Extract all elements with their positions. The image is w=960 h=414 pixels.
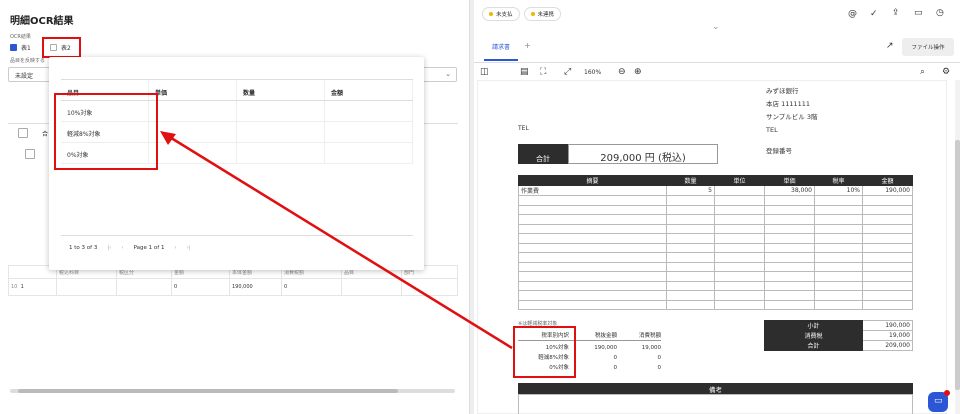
annotation-arrow <box>160 131 513 350</box>
arrow-line <box>167 134 513 350</box>
